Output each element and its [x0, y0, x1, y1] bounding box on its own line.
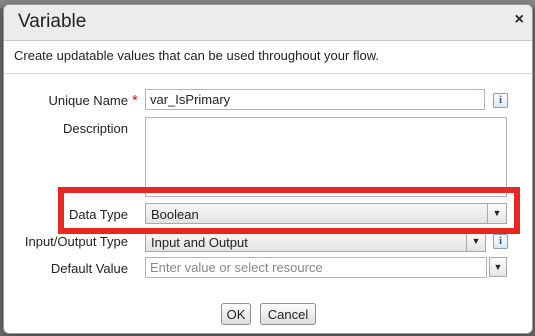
- description-label: Description: [62, 121, 128, 136]
- dialog-title: Variable: [18, 11, 87, 32]
- required-icon: *: [132, 92, 138, 109]
- close-icon[interactable]: ×: [515, 11, 524, 29]
- unique-name-info-icon[interactable]: i: [493, 93, 508, 108]
- input-output-type-value: Input and Output: [151, 235, 248, 250]
- unique-name-label: Unique Name: [48, 93, 129, 108]
- cancel-button[interactable]: Cancel: [260, 303, 316, 325]
- ok-button[interactable]: OK: [221, 303, 251, 325]
- input-output-type-select[interactable]: Input and Output ▼: [145, 231, 486, 252]
- variable-dialog: Variable × Create updatable values that …: [3, 4, 533, 334]
- description-field[interactable]: [145, 117, 507, 197]
- default-value-label: Default Value: [50, 261, 128, 276]
- unique-name-field[interactable]: [145, 89, 485, 110]
- dialog-titlebar: Variable ×: [4, 5, 532, 41]
- highlight-box: [58, 187, 520, 234]
- divider: [4, 73, 532, 74]
- input-output-type-label: Input/Output Type: [24, 234, 128, 249]
- input-output-type-info-icon[interactable]: i: [493, 234, 508, 249]
- dialog-description: Create updatable values that can be used…: [14, 48, 379, 63]
- default-value-dropdown-icon[interactable]: ▼: [489, 257, 507, 277]
- chevron-down-icon[interactable]: ▼: [466, 232, 485, 251]
- default-value-field[interactable]: [145, 257, 487, 278]
